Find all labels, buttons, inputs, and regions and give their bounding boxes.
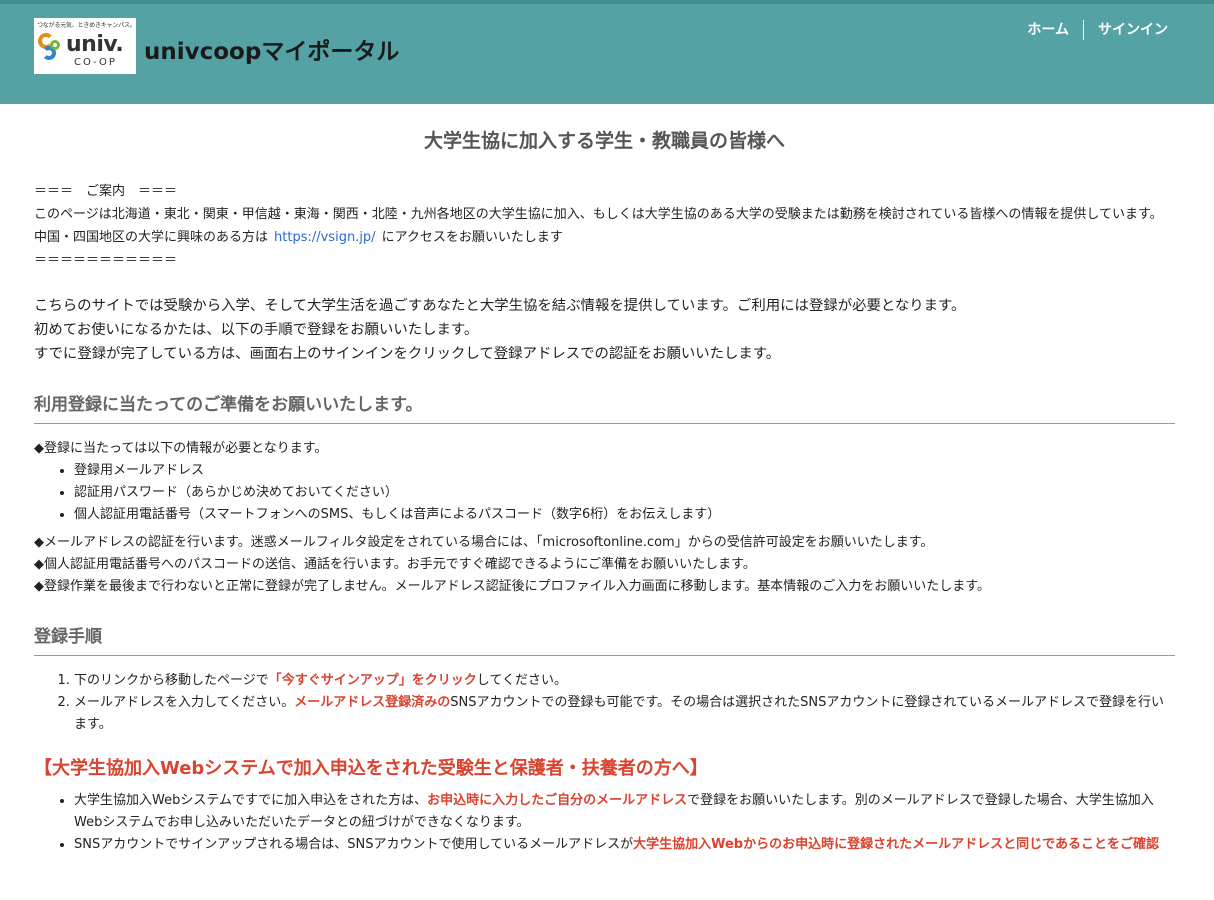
step2-pre: メールアドレスを入力してください。: [74, 695, 295, 710]
exam-b2-highlight: 大学生協加入Webからのお申込時に登録されたメールアドレスと同じであることをご確…: [633, 837, 1159, 852]
step1-highlight: 「今すぐサインアップ」をクリック: [268, 673, 477, 688]
examinees-section-title: 【大学生協加入Webシステムで加入申込をされた受験生と保護者・扶養者の方へ】: [34, 758, 708, 779]
nav-signin-link[interactable]: サインイン: [1084, 20, 1182, 40]
notice-line2: 中国・四国地区の大学に興味のある方は https://vsign.jp/にアクセス…: [34, 226, 1175, 249]
main-content: 大学生協に加入する学生・教職員の皆様へ ＝＝＝ ご案内 ＝＝＝ このページは北海…: [34, 104, 1175, 856]
logo-green-ring-icon: [50, 40, 60, 50]
prep-note: ◆メールアドレスの認証を行います。迷惑メールフィルタ設定をされている場合には、「…: [34, 535, 934, 550]
notice-line2-post: にアクセスをお願いいたします: [381, 230, 563, 245]
site-header: つながる元気、ときめきキャンパス。 univ. CO-OP univcoopマイ…: [0, 4, 1214, 104]
exam-b2-pre: SNSアカウントでサインアップされる場合は、SNSアカウントで使用しているメール…: [74, 837, 634, 852]
notice-tail: ＝＝＝＝＝＝＝＝＝＝＝: [34, 253, 178, 268]
top-nav: ホーム サインイン: [1013, 20, 1182, 40]
page-title: 大学生協に加入する学生・教職員の皆様へ: [423, 130, 785, 152]
list-item: 登録用メールアドレス: [74, 460, 1175, 482]
intro-line-1: こちらのサイトでは受験から入学、そして大学生活を過ごすあなたと大学生協を結ぶ情報…: [34, 298, 966, 314]
step1-post: してください。: [476, 673, 567, 688]
notice-line1: このページは北海道・東北・関東・甲信越・東海・関西・北陸・九州各地区の大学生協に…: [34, 207, 1163, 222]
step2-highlight: メールアドレス登録済みの: [294, 695, 451, 710]
step-item: メールアドレスを入力してください。メールアドレス登録済みのSNSアカウントでの登…: [74, 692, 1175, 736]
steps-section-title: 登録手順: [34, 622, 1175, 656]
exam-b1-highlight: お申込時に入力したご自分のメールアドレス: [427, 793, 688, 808]
intro-line-2: 初めてお使いになるかたは、以下の手順で登録をお願いいたします。: [34, 322, 479, 338]
site-title: univcoopマイポータル: [144, 39, 400, 65]
examinees-list: 大学生協加入Webシステムですでに加入申込をされた方は、お申込時に入力したご自分…: [34, 790, 1175, 856]
logo-tagline: つながる元気、ときめきキャンパス。: [37, 22, 136, 29]
list-item: SNSアカウントでサインアップされる場合は、SNSアカウントで使用しているメール…: [74, 834, 1175, 856]
list-item: 大学生協加入Webシステムですでに加入申込をされた方は、お申込時に入力したご自分…: [74, 790, 1175, 834]
prep-requirements-list: 登録用メールアドレス 認証用パスワード（あらかじめ決めておいてください） 個人認…: [34, 460, 1175, 526]
step1-pre: 下のリンクから移動したページで: [74, 673, 269, 688]
notice-block: ＝＝＝ ご案内 ＝＝＝ このページは北海道・東北・関東・甲信越・東海・関西・北陸…: [34, 180, 1175, 272]
logo-univ-text: univ.: [66, 32, 124, 57]
notice-head: ＝＝＝ ご案内 ＝＝＝: [34, 184, 178, 199]
notice-line2-pre: 中国・四国地区の大学に興味のある方は: [34, 230, 269, 245]
list-item: 個人認証用電話番号（スマートフォンへのSMS、もしくは音声によるパスコード（数字…: [74, 504, 1175, 526]
prep-note: ◆登録作業を最後まで行わないと正常に登録が完了しません。メールアドレス認証後にプ…: [34, 579, 991, 594]
univcoop-logo[interactable]: つながる元気、ときめきキャンパス。 univ. CO-OP: [34, 18, 136, 74]
prep-section-title: 利用登録に当たってのご準備をお願いいたします。: [34, 390, 1175, 424]
list-item: 認証用パスワード（あらかじめ決めておいてください）: [74, 482, 1175, 504]
prep-notes: ◆メールアドレスの認証を行います。迷惑メールフィルタ設定をされている場合には、「…: [34, 532, 1175, 598]
vsign-link[interactable]: https://vsign.jp/: [274, 230, 376, 245]
prep-lead: ◆登録に当たっては以下の情報が必要となります。: [34, 441, 328, 456]
intro-line-3: すでに登録が完了している方は、画面右上のサインインをクリックして登録アドレスでの…: [34, 346, 781, 362]
intro-text: こちらのサイトでは受験から入学、そして大学生活を過ごすあなたと大学生協を結ぶ情報…: [34, 294, 1175, 366]
nav-home-link[interactable]: ホーム: [1013, 20, 1083, 40]
logo-coop-text: CO-OP: [74, 57, 117, 68]
prep-note: ◆個人認証用電話番号へのパスコードの送信、通話を行います。お手元ですぐ確認できる…: [34, 557, 756, 572]
steps-list: 下のリンクから移動したページで「今すぐサインアップ」をクリックしてください。 メ…: [34, 670, 1175, 736]
step-item: 下のリンクから移動したページで「今すぐサインアップ」をクリックしてください。: [74, 670, 1175, 692]
exam-b1-pre: 大学生協加入Webシステムですでに加入申込をされた方は、: [74, 793, 428, 808]
